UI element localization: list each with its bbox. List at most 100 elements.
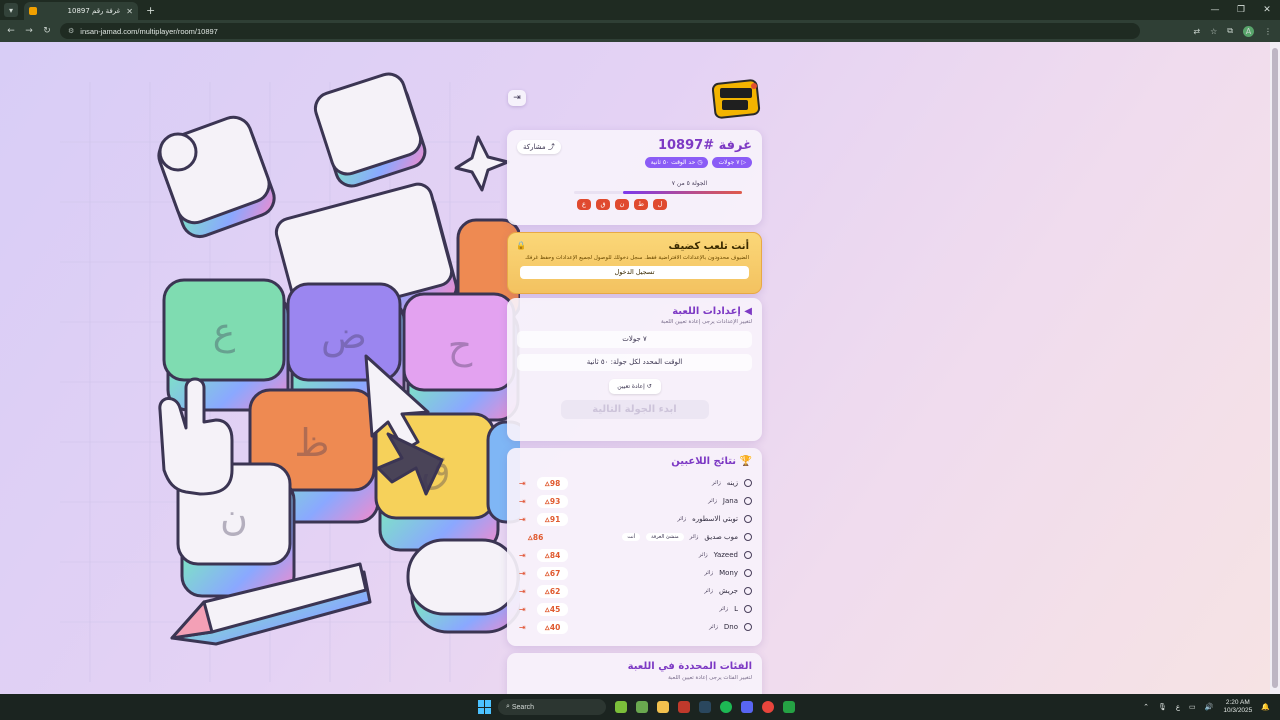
app-icon[interactable] <box>678 701 690 713</box>
player-score: 86🜂 <box>520 531 551 544</box>
chevron-up-icon[interactable]: ⌃ <box>1143 703 1149 711</box>
forward-button[interactable]: → <box>22 26 36 36</box>
site-logo[interactable] <box>712 78 762 120</box>
player-score: 93🜂 <box>537 494 568 508</box>
reload-button[interactable]: ↻ <box>40 26 54 36</box>
kick-player-icon[interactable]: ⇥ <box>519 551 526 560</box>
file-explorer-icon[interactable] <box>657 701 669 713</box>
minimize-button[interactable]: — <box>1202 0 1228 20</box>
app-icon[interactable] <box>615 701 627 713</box>
microphone-icon[interactable]: 🎙 <box>1158 703 1167 711</box>
clock-icon <box>744 551 752 559</box>
player-score-value: 86 <box>532 532 544 542</box>
kick-player-icon[interactable]: ⇥ <box>519 605 526 614</box>
kick-player-icon[interactable]: ⇥ <box>519 569 526 578</box>
share-button[interactable]: ⤴ مشاركة <box>517 140 561 154</box>
used-letters: ل ط ن ق ع <box>517 199 667 210</box>
share-label: مشاركة <box>523 143 546 151</box>
close-window-button[interactable]: ✕ <box>1254 0 1280 20</box>
back-button[interactable]: ← <box>4 26 18 36</box>
player-tag: منشئ الغرفة <box>646 533 684 541</box>
room-info-pills: ▷ ٧ جولات ◷ حد الوقت ٥٠ ثانية <box>517 157 752 168</box>
rounds-field: ٧ جولات <box>517 331 752 348</box>
browser-tab-active[interactable]: غرفة رقم 10897 ✕ <box>24 2 138 20</box>
time-per-round-field: الوقت المحدد لكل جولة: ٥٠ ثانية <box>517 354 752 371</box>
kick-player-icon[interactable]: ⇥ <box>519 587 526 596</box>
new-tab-button[interactable]: + <box>146 4 155 17</box>
keyboard-illustration: ع ض ح ظ ق ن <box>60 72 520 682</box>
clock-time: 2:20 AM <box>1225 699 1250 706</box>
start-next-round-button[interactable]: ابدء الجولة التالية <box>560 400 709 419</box>
lock-icon: 🔒 <box>516 241 526 250</box>
player-status: زائر <box>677 516 687 522</box>
kick-player-icon[interactable]: ⇥ <box>519 497 526 506</box>
spotify-icon[interactable] <box>720 701 732 713</box>
player-score-value: 40 <box>549 622 561 632</box>
player-score-value: 45 <box>549 604 561 614</box>
player-row: Jana زائر 93🜂 ⇥ <box>517 492 752 510</box>
player-name: Mony <box>719 569 738 577</box>
xbox-icon[interactable] <box>636 701 648 713</box>
browser-menu-icon[interactable]: ⋮ <box>1264 27 1272 36</box>
key-letter: ن <box>220 495 248 539</box>
player-list: زينه زائر 98🜂 ⇥ Jana زائر 93🜂 ⇥ توبتي الاسطوره… <box>517 474 752 636</box>
leave-room-button[interactable]: ⇥ <box>508 90 526 106</box>
address-bar[interactable]: ⚙ insan-jamad.com/multiplayer/room/10897 <box>60 23 1140 39</box>
kick-player-icon[interactable]: ⇥ <box>519 515 526 524</box>
player-name: Yazeed <box>713 551 738 559</box>
share-icon: ⤴ <box>545 143 555 151</box>
profile-avatar[interactable]: A <box>1243 25 1254 37</box>
player-name: موب صديق <box>704 533 738 541</box>
chrome-icon[interactable] <box>762 701 774 713</box>
app-icon[interactable] <box>783 701 795 713</box>
scrollbar-thumb[interactable] <box>1272 48 1278 688</box>
system-tray: ⌃ 🎙 ع ▭ 🔊 2:20 AM 10/3/2025 🔔 <box>1134 699 1270 715</box>
player-score: 62🜂 <box>537 584 568 598</box>
tab-close-icon[interactable]: ✕ <box>126 7 133 16</box>
kick-player-icon[interactable]: ⇥ <box>519 479 526 488</box>
player-status: زائر <box>704 588 713 594</box>
volume-icon[interactable]: 🔊 <box>1205 703 1214 711</box>
taskbar-clock[interactable]: 2:20 AM 10/3/2025 <box>1223 699 1252 715</box>
page-scrollbar[interactable] <box>1270 42 1280 694</box>
translate-icon[interactable]: ⇄ <box>1193 27 1200 36</box>
player-name: Dno <box>723 623 738 631</box>
player-score: 91🜂 <box>537 512 568 526</box>
bookmark-star-icon[interactable]: ☆ <box>1210 27 1217 36</box>
kick-player-icon[interactable]: ⇥ <box>519 623 526 632</box>
clock-icon <box>744 515 752 523</box>
round-progress-fill <box>622 191 742 194</box>
guest-description: الضيوف محدودون بالإعدادات الافتراضية فقط… <box>525 255 749 261</box>
player-name: توبتي الاسطوره <box>692 515 738 523</box>
room-card: غرفة #10897 ⤴ مشاركة ▷ ٧ جولات ◷ حد الوق… <box>507 130 762 225</box>
game-settings-card: ◀ إعدادات اللعبة لتغيير الإعدادات يرجى إ… <box>507 298 762 441</box>
site-info-icon[interactable]: ⚙ <box>68 27 74 35</box>
steam-icon[interactable] <box>699 701 711 713</box>
extensions-icon[interactable]: ⧉ <box>1227 26 1233 36</box>
categories-card: الفئات المحددة في اللعبة لتغيير الفئات ي… <box>507 653 762 694</box>
player-status: زائر <box>712 480 721 486</box>
player-name: L <box>734 605 738 613</box>
categories-subtitle: لتغيير الفئات يرجى إعادة تعيين اللعبة <box>668 675 752 681</box>
discord-icon[interactable] <box>741 701 753 713</box>
player-status: زائر <box>709 624 718 630</box>
clock-date: 10/3/2025 <box>1223 707 1253 714</box>
tab-list-button[interactable]: ▾ <box>4 3 18 17</box>
player-row: Mony زائر 67🜂 ⇥ <box>517 564 752 582</box>
clock-icon <box>744 623 752 631</box>
clock-icon <box>744 569 752 577</box>
login-button[interactable]: تسجيل الدخول <box>520 266 749 279</box>
network-icon[interactable]: ▭ <box>1189 703 1196 711</box>
url-text: insan-jamad.com/multiplayer/room/10897 <box>80 26 218 36</box>
taskbar-search[interactable]: ⌕ Search <box>498 699 606 715</box>
guest-title: أنت تلعب كضيف <box>668 241 749 252</box>
maximize-button[interactable]: ❐ <box>1228 0 1254 20</box>
reset-game-button[interactable]: ↺ إعادة تعيين <box>608 379 661 394</box>
key-letter: ض <box>321 313 367 358</box>
player-row: موب صديق زائر منشئ الغرفة أنت 86🜂 <box>517 528 752 546</box>
input-language[interactable]: ع <box>1176 703 1180 711</box>
player-score-value: 84 <box>549 550 561 560</box>
notification-bell-icon[interactable]: 🔔 <box>1261 703 1270 711</box>
start-button[interactable] <box>478 700 492 714</box>
player-row: جريش زائر 62🜂 ⇥ <box>517 582 752 600</box>
